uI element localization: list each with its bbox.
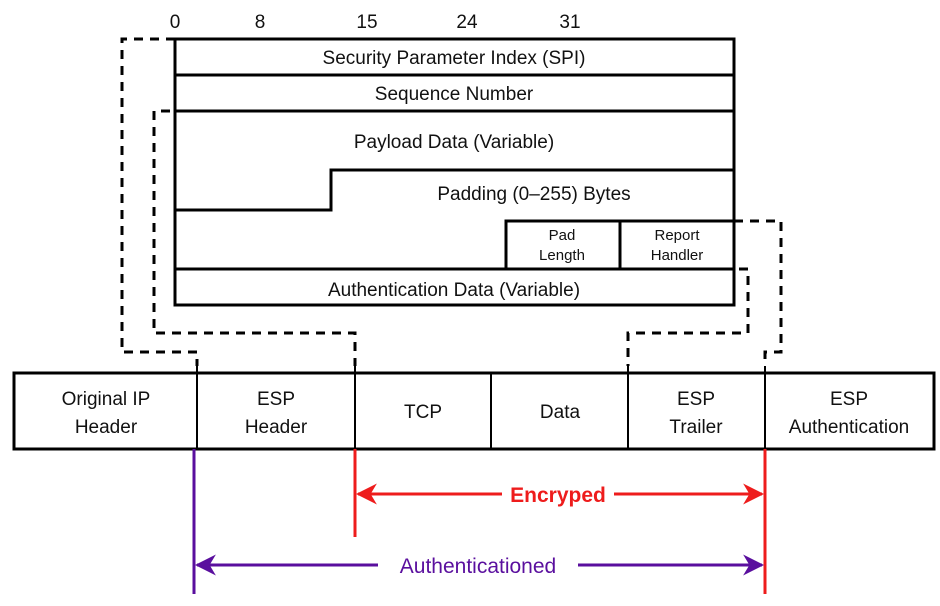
packet-layout: Original IP Header ESP Header TCP Data E… [12,366,936,451]
encrypted-label: Encryped [510,484,606,507]
esp-trailer-inner-connector [626,267,750,366]
bit-label-15: 15 [356,12,377,33]
auth-data-label: Authentication Data (Variable) [328,280,580,301]
esp-diagram: 0 8 15 24 31 Security Parameter Index (S… [12,12,936,594]
bit-label-24: 24 [456,12,478,33]
esp-header-inner-connector [152,109,357,366]
coverage-ranges: Encryped Authenticationed [192,449,767,594]
esp-format: Security Parameter Index (SPI) Sequence … [173,37,736,307]
pad-length-label-line1: Pad [549,227,576,244]
bit-label-0: 0 [170,12,181,33]
segment-label-line1: Data [540,402,581,423]
next-header-label-line2: Handler [651,247,704,264]
segment-label-line1: ESP [257,389,295,410]
segment-data: Data [540,402,581,423]
segment-label-line1: ESP [677,389,715,410]
padding-label: Padding (0–255) Bytes [437,184,630,205]
bit-label-31: 31 [559,12,580,33]
segment-tcp: TCP [404,402,442,423]
bit-label-8: 8 [255,12,266,33]
spi-label: Security Parameter Index (SPI) [323,48,586,69]
segment-label-line2: Header [245,417,308,438]
bit-ruler: 0 8 15 24 31 [170,12,581,33]
pad-length-label-line2: Length [539,247,585,264]
segment-label-line2: Header [75,417,138,438]
segment-label-line2: Authentication [789,417,909,438]
payload-data-label: Payload Data (Variable) [354,132,554,153]
segment-label-line1: TCP [404,402,442,423]
segment-label-line2: Trailer [669,417,723,438]
authenticated-label: Authenticationed [400,555,556,578]
next-header-label-line1: Report [654,227,700,244]
segment-label-line1: ESP [830,389,868,410]
sequence-number-label: Sequence Number [375,84,534,105]
esp-trailer-outer-connector [734,219,783,366]
segment-label-line1: Original IP [62,389,151,410]
